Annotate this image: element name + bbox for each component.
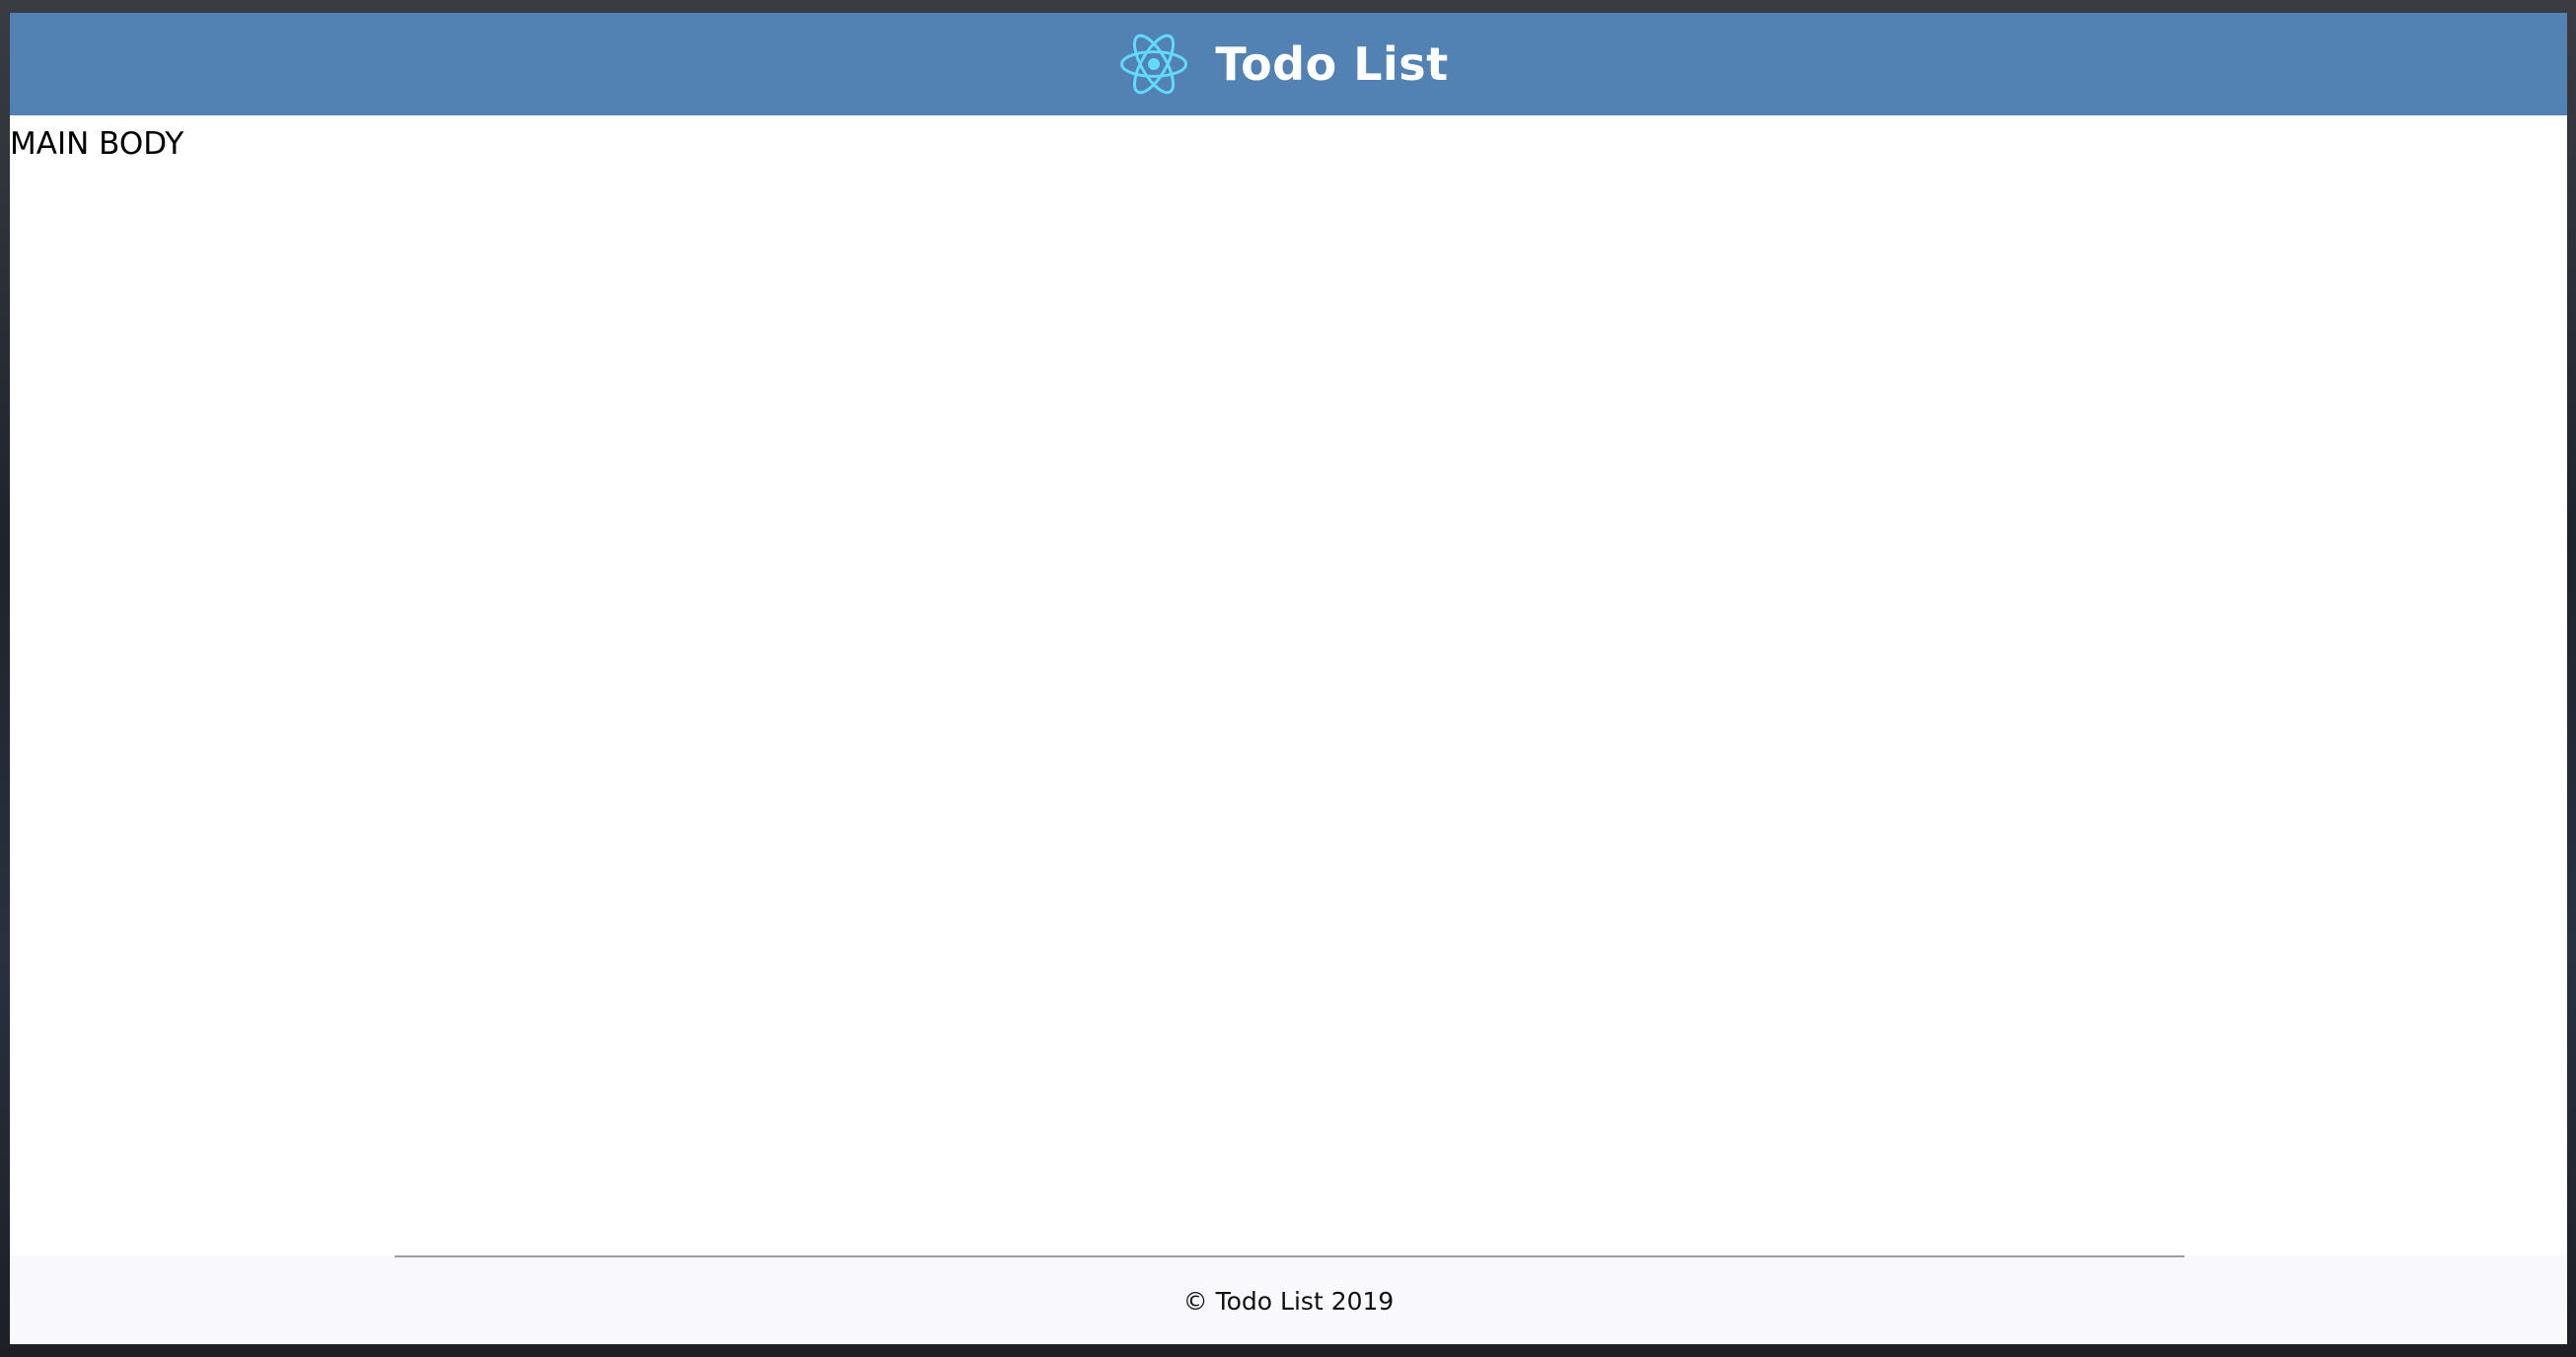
react-atom-icon bbox=[1120, 34, 1188, 95]
footer-divider bbox=[394, 1255, 2184, 1257]
footer-copyright: © Todo List 2019 bbox=[1182, 1287, 1395, 1316]
app-footer: © Todo List 2019 bbox=[10, 1255, 2567, 1344]
browser-viewport: Todo List MAIN BODY © Todo List 2019 bbox=[10, 13, 2567, 1344]
app-title: Todo List bbox=[1215, 37, 1449, 91]
desktop-background: Todo List MAIN BODY © Todo List 2019 bbox=[0, 0, 2576, 1357]
app-header: Todo List bbox=[10, 13, 2567, 115]
header-brand: Todo List bbox=[1120, 31, 1448, 98]
main-body: MAIN BODY bbox=[10, 115, 2567, 1255]
main-body-text: MAIN BODY bbox=[10, 126, 184, 162]
